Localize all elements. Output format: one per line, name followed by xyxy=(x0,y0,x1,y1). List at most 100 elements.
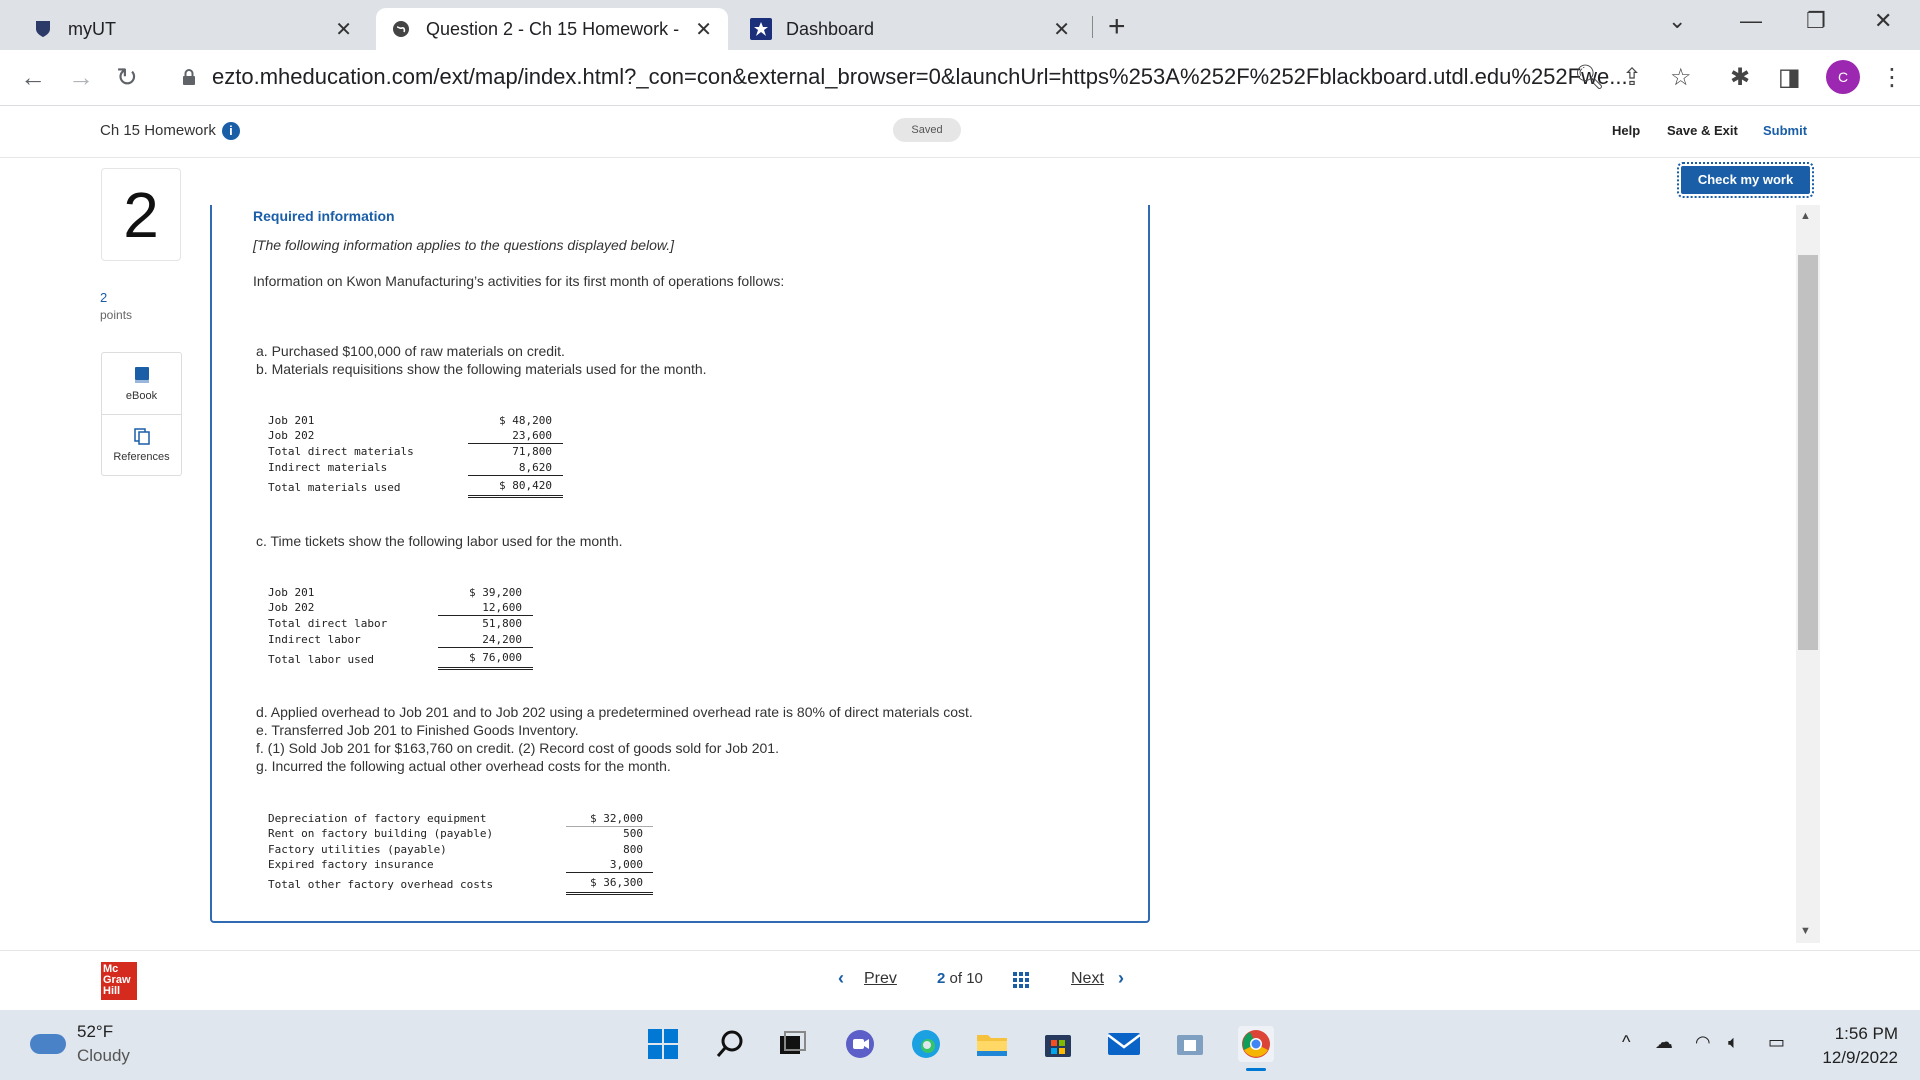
weather-condition[interactable]: Cloudy xyxy=(77,1046,130,1066)
office-app-icon[interactable] xyxy=(1172,1026,1208,1062)
item-e: e. Transferred Job 201 to Finished Goods… xyxy=(256,722,579,738)
weather-temperature[interactable]: 52°F xyxy=(77,1022,113,1042)
back-arrow-icon[interactable]: ← xyxy=(20,62,46,93)
table-row-value: $ 76,000 xyxy=(469,651,522,664)
points-label: points xyxy=(100,308,133,322)
reload-icon[interactable]: ↻ xyxy=(116,62,138,93)
url-input[interactable]: ezto.mheducation.com/ext/map/index.html?… xyxy=(212,64,1628,90)
table-row-value: 800 xyxy=(623,843,643,856)
tab-dashboard[interactable]: Dashboard ✕ xyxy=(736,8,1086,50)
table-row-label: Job 201 xyxy=(268,414,315,427)
tab-question[interactable]: Question 2 - Ch 15 Homework - ✕ xyxy=(376,8,728,50)
task-view-icon[interactable] xyxy=(774,1026,810,1062)
item-f: f. (1) Sold Job 201 for $163,760 on cred… xyxy=(256,740,779,756)
required-info-heading: Required information xyxy=(253,208,395,224)
chevron-left-icon[interactable]: ‹ xyxy=(838,968,844,989)
ebook-label: eBook xyxy=(125,389,158,402)
address-bar-row: ← → ↻ ezto.mheducation.com/ext/map/index… xyxy=(0,50,1920,106)
scrollbar-thumb[interactable] xyxy=(1798,255,1818,650)
window-close-icon[interactable]: ✕ xyxy=(1874,8,1892,34)
help-link[interactable]: Help xyxy=(1612,123,1640,138)
prev-button[interactable]: Prev xyxy=(864,970,897,988)
zoom-search-icon[interactable]: 🔍︎ xyxy=(1574,63,1604,92)
close-icon[interactable]: ✕ xyxy=(695,17,712,42)
scroll-down-arrow-icon[interactable]: ▼ xyxy=(1800,925,1811,937)
wifi-icon[interactable]: ◠ xyxy=(1695,1032,1711,1053)
info-icon[interactable]: i xyxy=(221,122,240,140)
submit-link[interactable]: Submit xyxy=(1763,123,1807,138)
double-underline xyxy=(468,495,563,496)
kebab-menu-icon[interactable]: ⋮ xyxy=(1880,63,1904,92)
system-clock[interactable]: 1:56 PM 12/9/2022 xyxy=(1822,1022,1898,1070)
check-my-work-button[interactable]: Check my work xyxy=(1677,162,1814,198)
search-icon[interactable] xyxy=(712,1026,748,1062)
underline xyxy=(566,872,653,873)
bookmark-star-icon[interactable]: ☆ xyxy=(1670,63,1692,92)
onedrive-cloud-icon[interactable]: ☁ xyxy=(1655,1032,1673,1053)
clock-time: 1:56 PM xyxy=(1834,1024,1898,1043)
browser-tab-strip: myUT ✕ Question 2 - Ch 15 Homework - ✕ D… xyxy=(0,0,1920,50)
logo-text: Hill xyxy=(103,985,121,997)
page-of: of xyxy=(949,970,963,987)
extensions-puzzle-icon[interactable]: ✱ xyxy=(1730,63,1750,92)
underline xyxy=(438,647,533,648)
question-number: 2 xyxy=(101,168,181,261)
minimize-icon[interactable]: — xyxy=(1740,8,1762,34)
side-panel-icon[interactable]: ◨ xyxy=(1778,63,1801,92)
table-row-label: Total direct labor xyxy=(268,617,388,630)
chevron-up-icon[interactable]: ^ xyxy=(1622,1032,1630,1053)
ebook-button[interactable]: eBook xyxy=(102,353,181,414)
tab-search-chevron-icon[interactable]: ⌄ xyxy=(1668,8,1686,34)
double-underline xyxy=(438,667,533,668)
close-icon[interactable]: ✕ xyxy=(1053,17,1070,42)
next-button[interactable]: Next xyxy=(1071,970,1104,988)
ut-shield-icon xyxy=(32,18,54,40)
chrome-icon[interactable] xyxy=(1238,1026,1274,1062)
table-row-value: 500 xyxy=(623,827,643,840)
table-row-value: 12,600 xyxy=(482,601,522,614)
tab-title: Question 2 - Ch 15 Homework - xyxy=(426,18,680,39)
restore-icon[interactable]: ❐ xyxy=(1806,8,1826,34)
table-row-label: Total materials used xyxy=(268,481,401,494)
page-indicator[interactable]: 2 of 10 xyxy=(937,970,983,987)
edge-browser-icon[interactable] xyxy=(908,1026,944,1062)
table-row-label: Job 202 xyxy=(268,429,315,442)
references-button[interactable]: References xyxy=(102,414,181,475)
save-exit-link[interactable]: Save & Exit xyxy=(1667,123,1738,138)
copy-pages-icon xyxy=(133,428,150,445)
active-app-indicator xyxy=(1246,1068,1266,1071)
share-icon[interactable]: ⇪ xyxy=(1622,63,1642,92)
question-intro: Information on Kwon Manufacturing’s acti… xyxy=(253,273,785,289)
microsoft-store-icon[interactable] xyxy=(1040,1026,1076,1062)
item-g: g. Incurred the following actual other o… xyxy=(256,758,671,774)
forward-arrow-icon[interactable]: → xyxy=(68,62,94,93)
globe-icon xyxy=(390,18,412,40)
double-underline xyxy=(566,892,653,893)
table-row-label: Expired factory insurance xyxy=(268,858,434,871)
windows-taskbar xyxy=(0,1010,1920,1080)
question-grid-icon[interactable] xyxy=(1013,972,1029,988)
scroll-up-arrow-icon[interactable]: ▲ xyxy=(1800,210,1811,222)
windows-start-icon[interactable] xyxy=(645,1026,681,1062)
tab-myut[interactable]: myUT ✕ xyxy=(18,8,368,50)
table-row-label: Factory utilities (payable) xyxy=(268,843,447,856)
star-badge-icon xyxy=(750,18,772,40)
mcgraw-hill-logo: Mc Graw Hill xyxy=(101,962,137,1000)
points-value: 2 xyxy=(100,290,108,305)
underline xyxy=(468,475,563,476)
required-info-note: [The following information applies to th… xyxy=(253,237,675,253)
battery-icon[interactable]: ▭ xyxy=(1768,1032,1785,1053)
chevron-right-icon[interactable]: › xyxy=(1118,968,1124,989)
close-icon[interactable]: ✕ xyxy=(335,17,352,42)
new-tab-icon[interactable]: + xyxy=(1108,10,1126,44)
profile-avatar[interactable]: C xyxy=(1826,60,1860,94)
teams-chat-icon[interactable] xyxy=(842,1026,878,1062)
file-explorer-icon[interactable] xyxy=(974,1026,1010,1062)
mail-icon[interactable] xyxy=(1106,1026,1142,1062)
table-row-value: 24,200 xyxy=(482,633,522,646)
speaker-icon[interactable]: 🔈︎ xyxy=(1728,1032,1739,1053)
references-label: References xyxy=(113,451,170,463)
table-row-value: 8,620 xyxy=(518,461,552,474)
cloud-icon[interactable] xyxy=(30,1034,66,1054)
book-icon xyxy=(134,366,149,383)
